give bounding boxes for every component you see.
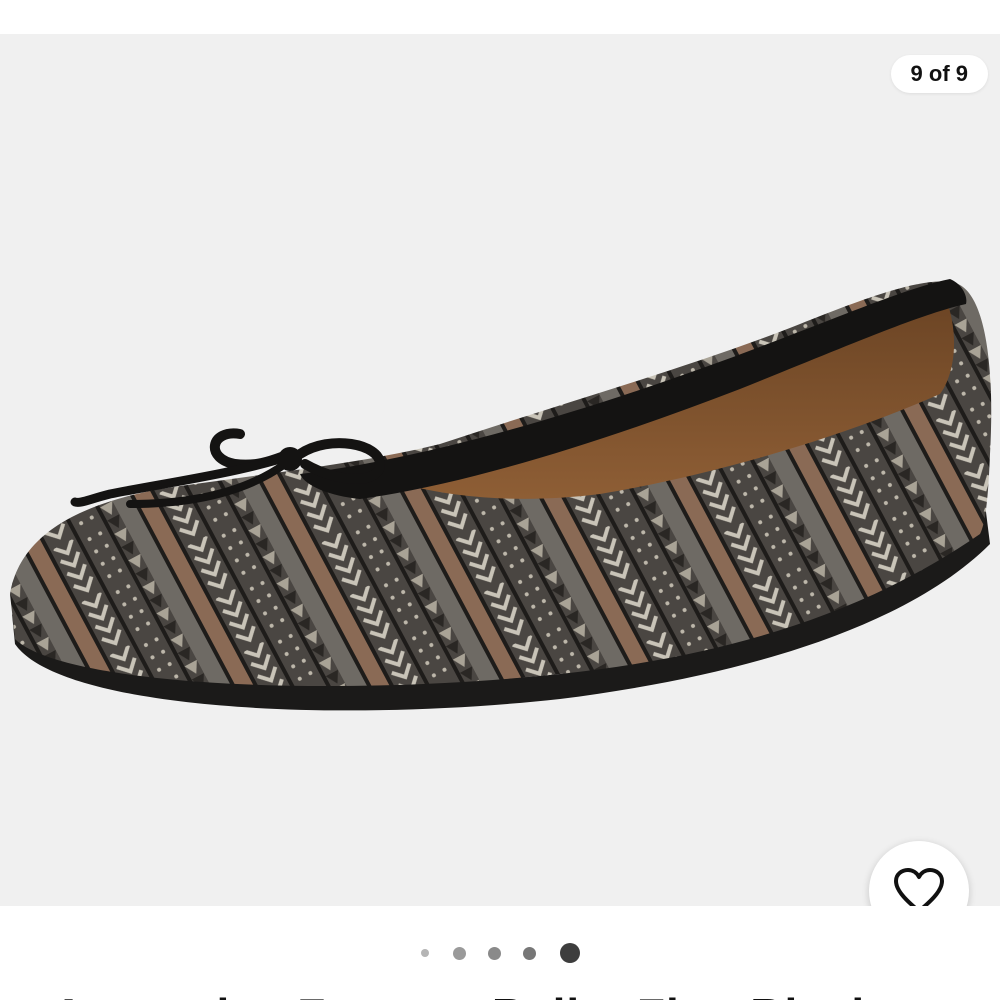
image-counter: 9 of 9	[890, 55, 988, 93]
image-gallery[interactable]: 9 of 9	[0, 34, 1000, 906]
pagination-dot[interactable]	[487, 946, 501, 960]
product-page: 9 of 9 Aerosoles Fantasy Ballet Flat, Bl…	[0, 0, 1000, 1000]
pagination-dot[interactable]	[452, 946, 466, 960]
top-strip	[0, 0, 1000, 34]
product-image	[10, 279, 992, 711]
heart-outline-icon	[894, 868, 944, 906]
pagination-dot[interactable]	[522, 946, 536, 960]
pagination-dots	[0, 938, 1000, 968]
pagination-dot[interactable]	[420, 949, 429, 957]
pagination-dot-active[interactable]	[559, 943, 580, 963]
product-title: Aerosoles Fantasy Ballet Flat, Black	[52, 988, 992, 1000]
